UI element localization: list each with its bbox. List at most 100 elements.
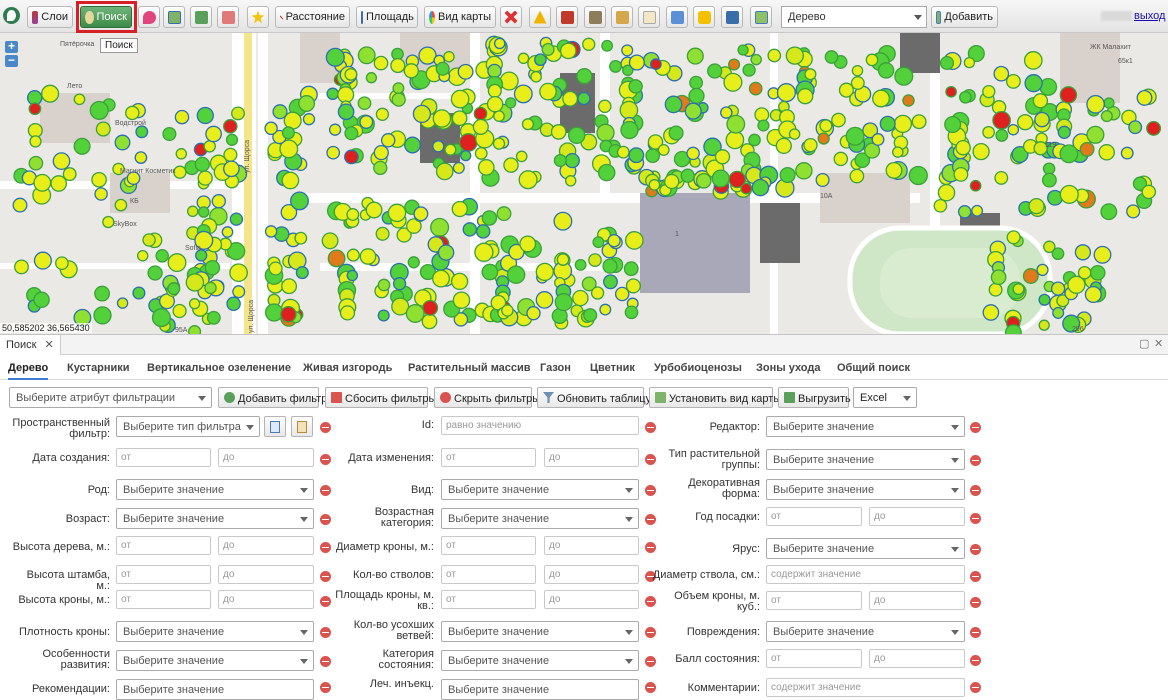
tab-tree[interactable]: Дерево — [8, 362, 49, 380]
area-button[interactable]: Площадь — [356, 6, 418, 28]
trunk-height-to-input[interactable]: до — [218, 565, 314, 584]
trunks-count-from-input[interactable]: от — [441, 565, 536, 584]
remove-filter-icon[interactable] — [970, 544, 981, 555]
layer-select[interactable]: Дерево — [781, 6, 927, 28]
remove-filter-icon[interactable] — [970, 455, 981, 466]
tier-select[interactable]: Выберите значение — [766, 538, 965, 559]
remove-filter-icon[interactable] — [320, 485, 331, 496]
genus-select[interactable]: Выберите значение — [116, 479, 314, 500]
crown-diameter-from-input[interactable]: от — [441, 536, 536, 555]
pin-button[interactable] — [138, 6, 160, 28]
crown-area-to-input[interactable]: до — [544, 590, 639, 609]
export-format-select[interactable]: Excel — [853, 387, 917, 408]
map-view-button[interactable]: Вид карты — [424, 6, 496, 28]
id-input[interactable]: равно значению — [441, 416, 639, 435]
trunk-diameter-input[interactable]: содержит значение — [766, 565, 965, 584]
tree-height-from-input[interactable]: от — [116, 536, 211, 555]
crown-volume-from-input[interactable]: от — [766, 591, 862, 610]
condition-score-from-input[interactable]: от — [766, 649, 862, 668]
remove-filter-icon[interactable] — [320, 454, 331, 465]
crown-volume-to-input[interactable]: до — [869, 591, 965, 610]
tab-plant-massif[interactable]: Растительный массив — [408, 362, 531, 374]
tube-button[interactable] — [666, 6, 688, 28]
crown-density-select[interactable]: Выберите значение — [116, 621, 314, 642]
remove-filter-icon[interactable] — [320, 656, 331, 667]
tab-flowerbed[interactable]: Цветник — [590, 362, 635, 374]
close-panel-icon[interactable]: ✕ — [1154, 337, 1163, 350]
comments-input[interactable]: содержит значение — [766, 678, 965, 697]
paste-geometry-button[interactable] — [291, 416, 313, 437]
eraser-button[interactable] — [217, 6, 239, 28]
logout-link[interactable]: выход — [1134, 10, 1165, 22]
crown-height-from-input[interactable]: от — [116, 590, 211, 609]
age-category-select[interactable]: Выберите значение — [441, 508, 639, 529]
hide-filters-button[interactable]: Скрыть фильтры — [434, 387, 540, 408]
decorative-form-select[interactable]: Выберите значение — [766, 479, 965, 500]
export-button[interactable]: Выгрузить — [778, 387, 851, 408]
tab-shrubs[interactable]: Кустарники — [67, 362, 130, 374]
crown-area-from-input[interactable]: от — [441, 590, 536, 609]
remove-filter-icon[interactable] — [320, 571, 331, 582]
edit-button[interactable] — [611, 6, 633, 28]
crown-diameter-to-input[interactable]: до — [544, 536, 639, 555]
distance-button[interactable]: Расстояние — [275, 6, 350, 28]
plant-group-select[interactable]: Выберите значение — [766, 449, 965, 470]
modified-from-input[interactable]: от — [441, 448, 536, 467]
reset-filters-button[interactable]: Сбосить фильтры — [325, 387, 436, 408]
remove-filter-icon[interactable] — [970, 627, 981, 638]
crown-height-to-input[interactable]: до — [218, 590, 314, 609]
add-filter-button[interactable]: Добавить фильтр — [218, 387, 327, 408]
tab-urbocenoses[interactable]: Урбобиоценозы — [654, 362, 742, 374]
map-image-button[interactable] — [750, 6, 772, 28]
modified-to-input[interactable]: до — [544, 448, 639, 467]
tree-height-to-input[interactable]: до — [218, 536, 314, 555]
remove-filter-icon[interactable] — [320, 514, 331, 525]
close-icon[interactable]: ✕ — [44, 339, 53, 351]
planting-year-to-input[interactable]: до — [869, 507, 965, 526]
created-to-input[interactable]: до — [218, 448, 314, 467]
remove-filter-icon[interactable] — [970, 485, 981, 496]
remove-filter-icon[interactable] — [320, 422, 331, 433]
remove-filter-icon[interactable] — [970, 597, 981, 608]
remove-filter-icon[interactable] — [970, 513, 981, 524]
select-area-button[interactable] — [163, 6, 185, 28]
refresh-table-button[interactable]: Обновить таблицу — [537, 387, 651, 408]
layers-button[interactable]: Слои — [27, 6, 73, 28]
trunk-height-from-input[interactable]: от — [116, 565, 211, 584]
tab-lawn[interactable]: Газон — [540, 362, 571, 374]
notes-button[interactable] — [638, 6, 660, 28]
map-canvas[interactable]: Пятёрочка Лето Водстрой Магнит Косметик SkyB… — [0, 33, 1168, 334]
favorites-button[interactable] — [247, 6, 269, 28]
zoom-out-button[interactable]: − — [5, 54, 18, 67]
age-select[interactable]: Выберите значение — [116, 508, 314, 529]
add-object-button[interactable]: Добавить — [931, 6, 998, 28]
tab-general-search[interactable]: Общий поиск — [837, 362, 910, 374]
damage-select[interactable]: Выберите значение — [766, 621, 965, 642]
development-features-select[interactable]: Выберите значение — [116, 650, 314, 671]
camera-button[interactable] — [693, 6, 715, 28]
remove-filter-icon[interactable] — [320, 682, 331, 693]
tab-care-zones[interactable]: Зоны ухода — [756, 362, 820, 374]
condition-category-select[interactable]: Выберите значение — [441, 650, 639, 671]
filter-attribute-select[interactable]: Выберите атрибут фильтрации — [9, 387, 212, 408]
created-from-input[interactable]: от — [116, 448, 211, 467]
search-panel-tab[interactable]: Поиск ✕ — [0, 335, 61, 355]
close-tool-button[interactable] — [500, 6, 522, 28]
remove-filter-icon[interactable] — [970, 655, 981, 666]
remove-filter-icon[interactable] — [970, 571, 981, 582]
condition-score-to-input[interactable]: до — [869, 649, 965, 668]
calculator-button[interactable] — [721, 6, 743, 28]
set-map-view-button[interactable]: Установить вид карты — [649, 387, 781, 408]
maximize-icon[interactable]: ▢ — [1139, 337, 1149, 350]
trunks-count-to-input[interactable]: до — [544, 565, 639, 584]
zoom-in-button[interactable]: + — [5, 40, 18, 53]
spatial-filter-select[interactable]: Выберите тип фильтра — [116, 416, 260, 437]
species-select[interactable]: Выберите значение — [441, 479, 639, 500]
remove-filter-icon[interactable] — [970, 422, 981, 433]
tab-hedge[interactable]: Живая изгородь — [303, 362, 392, 374]
planting-year-from-input[interactable]: от — [766, 507, 862, 526]
remove-filter-icon[interactable] — [320, 627, 331, 638]
download-button[interactable] — [190, 6, 212, 28]
flag-button[interactable] — [556, 6, 578, 28]
remove-filter-icon[interactable] — [970, 682, 981, 693]
